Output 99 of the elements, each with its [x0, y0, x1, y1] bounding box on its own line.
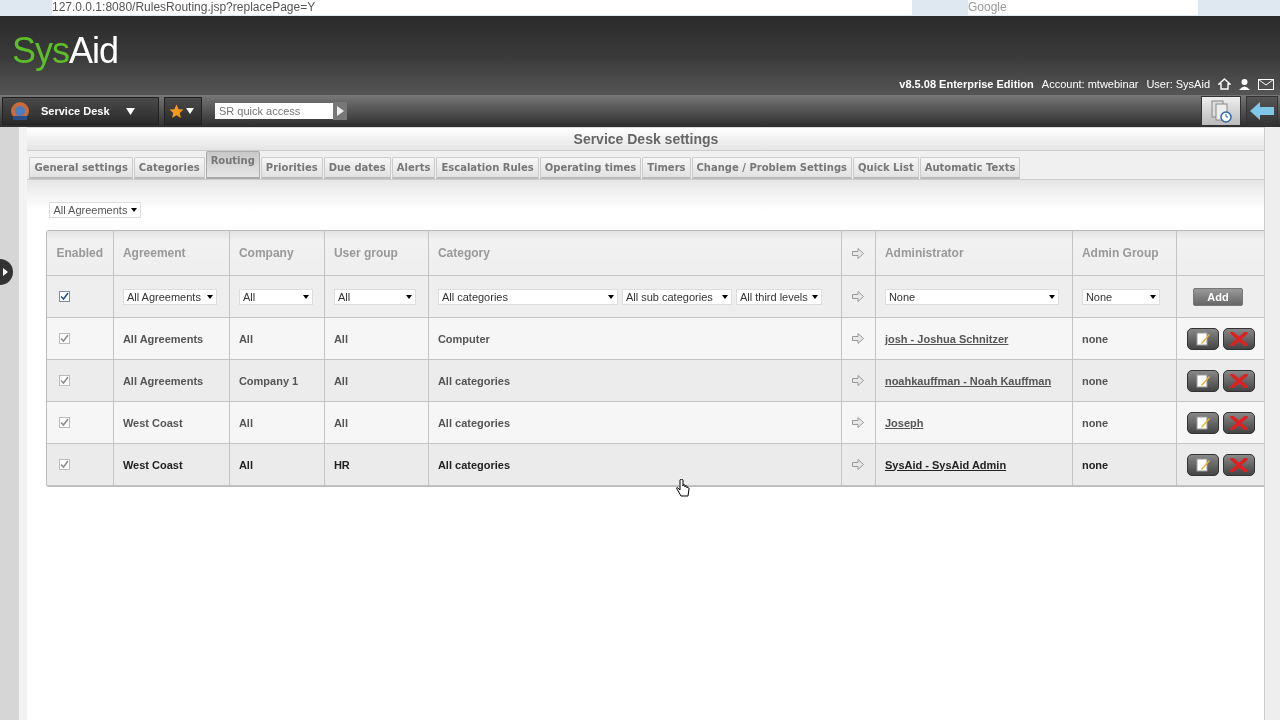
delete-button[interactable] — [1222, 411, 1255, 434]
dropdown[interactable]: All — [333, 288, 416, 305]
caret-icon — [186, 108, 194, 114]
administrator-link[interactable]: josh - Joshua Schnitzer — [884, 332, 1009, 345]
documents-clock-button[interactable] — [1201, 96, 1241, 126]
logo: SysAid — [12, 29, 119, 72]
star-icon — [169, 103, 184, 119]
tab[interactable]: Escalation Rules — [436, 157, 539, 179]
dropdown[interactable]: All — [238, 288, 313, 305]
close-icon — [1229, 415, 1248, 430]
tab[interactable]: Change / Problem Settings — [691, 157, 852, 179]
edit-button[interactable] — [1186, 369, 1219, 392]
table-cell: All — [333, 416, 348, 429]
tab[interactable]: Automatic Texts — [919, 157, 1021, 179]
dropdown[interactable]: All sub categories — [621, 288, 732, 305]
table-cell: none — [1081, 416, 1109, 429]
go-button[interactable] — [333, 102, 347, 120]
user-icon[interactable] — [1239, 78, 1250, 90]
page-title: Service Desk settings — [27, 127, 1265, 151]
right-arrow-icon — [852, 375, 865, 386]
agreement-dropdown[interactable]: All Agreements — [49, 202, 142, 218]
right-arrow-icon — [852, 333, 865, 344]
dropdown[interactable]: All Agreements — [122, 288, 217, 305]
table-cell: HR — [333, 458, 350, 471]
table-cell: All Agreements — [122, 374, 204, 387]
table-cell: All categories — [437, 374, 511, 387]
tab[interactable]: Due dates — [323, 157, 391, 179]
table-cell: All — [333, 332, 348, 345]
table-cell: Computer — [437, 332, 490, 345]
right-arrow-icon — [852, 417, 865, 428]
tab[interactable]: Operating times — [539, 157, 642, 179]
tab[interactable]: Priorities — [260, 157, 323, 179]
tab[interactable]: Categories — [133, 157, 205, 179]
edit-button[interactable] — [1186, 327, 1219, 350]
expand-handle-icon[interactable] — [0, 259, 14, 285]
close-icon — [1229, 457, 1248, 472]
column-header: Admin Group — [1081, 246, 1159, 260]
globe-icon — [9, 100, 31, 122]
right-arrow-icon — [852, 247, 865, 259]
table-cell: All — [238, 332, 253, 345]
right-arrow-icon — [852, 459, 865, 470]
checkbox[interactable] — [59, 290, 71, 302]
quick-access-field[interactable]: SR quick access — [215, 103, 333, 119]
table-cell: West Coast — [122, 458, 183, 471]
table-cell: West Coast — [122, 416, 183, 429]
tab[interactable]: Alerts — [391, 157, 436, 179]
right-arrow-icon — [852, 291, 865, 302]
edit-button[interactable] — [1186, 453, 1219, 476]
delete-button[interactable] — [1222, 327, 1255, 350]
add-button[interactable]: Add — [1192, 287, 1243, 306]
hand-cursor-icon — [676, 479, 690, 499]
table-cell: All — [333, 374, 348, 387]
table-cell: Company 1 — [238, 374, 299, 387]
edit-icon — [1194, 415, 1211, 430]
column-header: Company — [238, 246, 294, 260]
play-icon — [336, 106, 344, 116]
column-header: User group — [333, 246, 398, 260]
documents-clock-icon — [1209, 99, 1233, 123]
close-icon — [1229, 373, 1248, 388]
administrator-link[interactable]: SysAid - SysAid Admin — [884, 458, 1007, 471]
left-arrow-icon — [1250, 102, 1274, 120]
table-cell: none — [1081, 374, 1109, 387]
edition-label: v8.5.08 Enterprise Edition — [899, 78, 1034, 90]
dropdown[interactable]: None — [884, 288, 1059, 305]
column-header: Enabled — [56, 246, 104, 260]
home-icon[interactable] — [1218, 78, 1231, 90]
back-button[interactable] — [1246, 96, 1278, 126]
tab[interactable]: General settings — [29, 157, 133, 179]
tab[interactable]: Quick List — [853, 157, 919, 179]
dropdown[interactable]: All third levels — [735, 288, 822, 305]
table-cell: All — [238, 416, 253, 429]
delete-button[interactable] — [1222, 369, 1255, 392]
table-cell: none — [1081, 332, 1109, 345]
table-cell: All categories — [437, 416, 511, 429]
module-menu-button[interactable]: Service Desk — [2, 97, 159, 125]
dropdown[interactable]: None — [1081, 288, 1160, 305]
close-icon — [1229, 331, 1248, 346]
column-header: Category — [437, 246, 490, 260]
scrollbar[interactable] — [1264, 127, 1280, 720]
column-header: Administrator — [884, 246, 964, 260]
edit-icon — [1194, 373, 1211, 388]
administrator-link[interactable]: Joseph — [884, 416, 924, 429]
table-cell: All — [238, 458, 253, 471]
tab[interactable]: Timers — [642, 157, 691, 179]
table-cell: none — [1081, 458, 1109, 471]
mail-icon[interactable] — [1258, 78, 1274, 90]
column-header: Agreement — [122, 246, 186, 260]
edit-icon — [1194, 331, 1211, 346]
dropdown[interactable]: All categories — [437, 288, 618, 305]
user-label: User: SysAid — [1146, 78, 1210, 90]
account-label: Account: mtwebinar — [1041, 78, 1139, 90]
edit-button[interactable] — [1186, 411, 1219, 434]
favorites-button[interactable] — [164, 97, 202, 125]
edit-icon — [1194, 457, 1211, 472]
table-cell: All categories — [437, 458, 511, 471]
delete-button[interactable] — [1222, 453, 1255, 476]
address-field[interactable]: 127.0.0.1:8080/RulesRouting.jsp?replacePage=Y — [52, 0, 912, 15]
caret-icon — [125, 107, 135, 115]
table-cell: All Agreements — [122, 332, 204, 345]
